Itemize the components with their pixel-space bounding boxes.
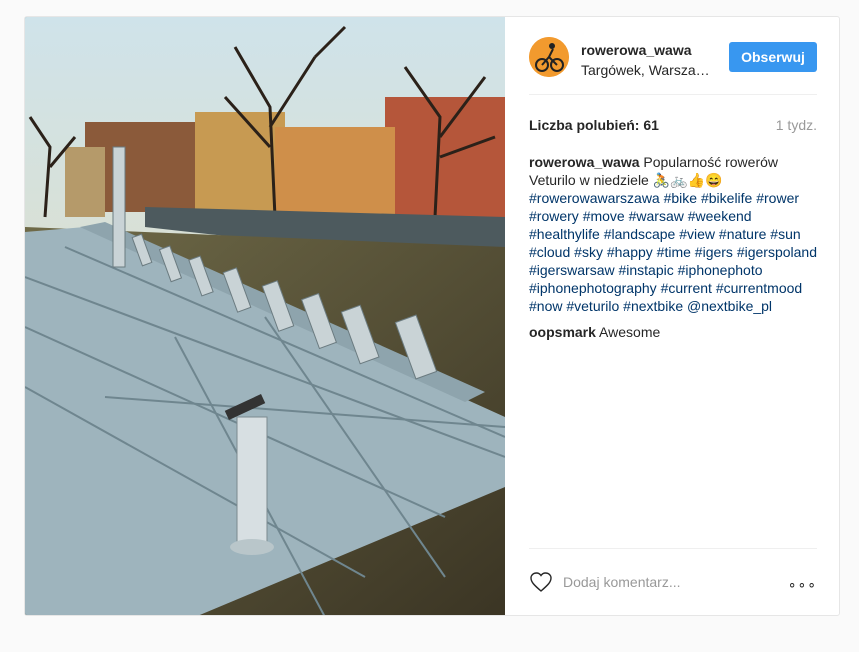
post-photo[interactable] [25,17,505,615]
hashtag-link[interactable]: #veturilo [566,298,619,314]
comment: oopsmark Awesome [529,323,821,341]
more-options-icon[interactable]: ∘∘∘ [788,576,817,593]
hashtag-link[interactable]: #sun [770,226,800,242]
post-card: rowerowa_wawa Targówek, Warsza… Obserwuj… [24,16,840,616]
hashtag-link[interactable]: #landscape [604,226,676,242]
hashtag-link[interactable]: #happy [607,244,653,260]
hashtag-link[interactable]: #instapic [618,262,673,278]
header-location[interactable]: Targówek, Warsza… [581,62,710,78]
divider [529,548,817,549]
hashtag-link[interactable]: #now [529,298,562,314]
hashtag-link[interactable]: #iphonephoto [678,262,763,278]
header-username[interactable]: rowerowa_wawa [581,42,692,58]
hashtag-link[interactable]: #igerswarsaw [529,262,615,278]
comment-text: Awesome [599,324,661,340]
hashtag-link[interactable]: #current [661,280,712,296]
follow-button[interactable]: Obserwuj [729,42,817,72]
post-sidebar: rowerowa_wawa Targówek, Warsza… Obserwuj… [505,17,839,615]
hashtag-link[interactable]: #igers [695,244,733,260]
avatar[interactable] [529,37,569,77]
hashtag-link[interactable]: #rowery [529,208,579,224]
hashtag-link[interactable]: #rowerowawarszawa [529,190,660,206]
add-comment-input[interactable]: Dodaj komentarz... [563,574,681,590]
hashtag-link[interactable]: #cloud [529,244,570,260]
caption-tags: #rowerowawarszawa #bike #bikelife #rower… [529,190,817,314]
hashtag-link[interactable]: #currentmood [716,280,802,296]
hashtag-link[interactable]: #weekend [688,208,752,224]
hashtag-link[interactable]: #bikelife [701,190,752,206]
hashtag-link[interactable]: #nature [719,226,766,242]
post-header: rowerowa_wawa Targówek, Warsza… Obserwuj [529,37,817,95]
hashtag-link[interactable]: #igerspoland [737,244,817,260]
hashtag-link[interactable]: #iphonephotography [529,280,657,296]
hashtag-link[interactable]: #rower [756,190,799,206]
likes-count[interactable]: Liczba polubień: 61 [529,117,659,133]
hashtag-link[interactable]: @nextbike_pl [687,298,772,314]
hashtag-link[interactable]: #view [679,226,715,242]
caption-username[interactable]: rowerowa_wawa [529,154,640,170]
caption: rowerowa_wawa Popularność rowerów Veturi… [529,153,821,315]
hashtag-link[interactable]: #sky [574,244,603,260]
cyclist-icon [529,37,569,77]
hashtag-link[interactable]: #time [657,244,691,260]
comment-username[interactable]: oopsmark [529,324,596,340]
post-time[interactable]: 1 tydz. [776,117,817,133]
hashtag-link[interactable]: #warsaw [629,208,684,224]
bike-station-photo [25,17,505,615]
hashtag-link[interactable]: #nextbike [623,298,683,314]
hashtag-link[interactable]: #healthylife [529,226,600,242]
comments-section: rowerowa_wawa Popularność rowerów Veturi… [529,153,821,349]
hashtag-link[interactable]: #move [583,208,625,224]
heart-icon[interactable] [529,570,553,594]
hashtag-link[interactable]: #bike [664,190,697,206]
